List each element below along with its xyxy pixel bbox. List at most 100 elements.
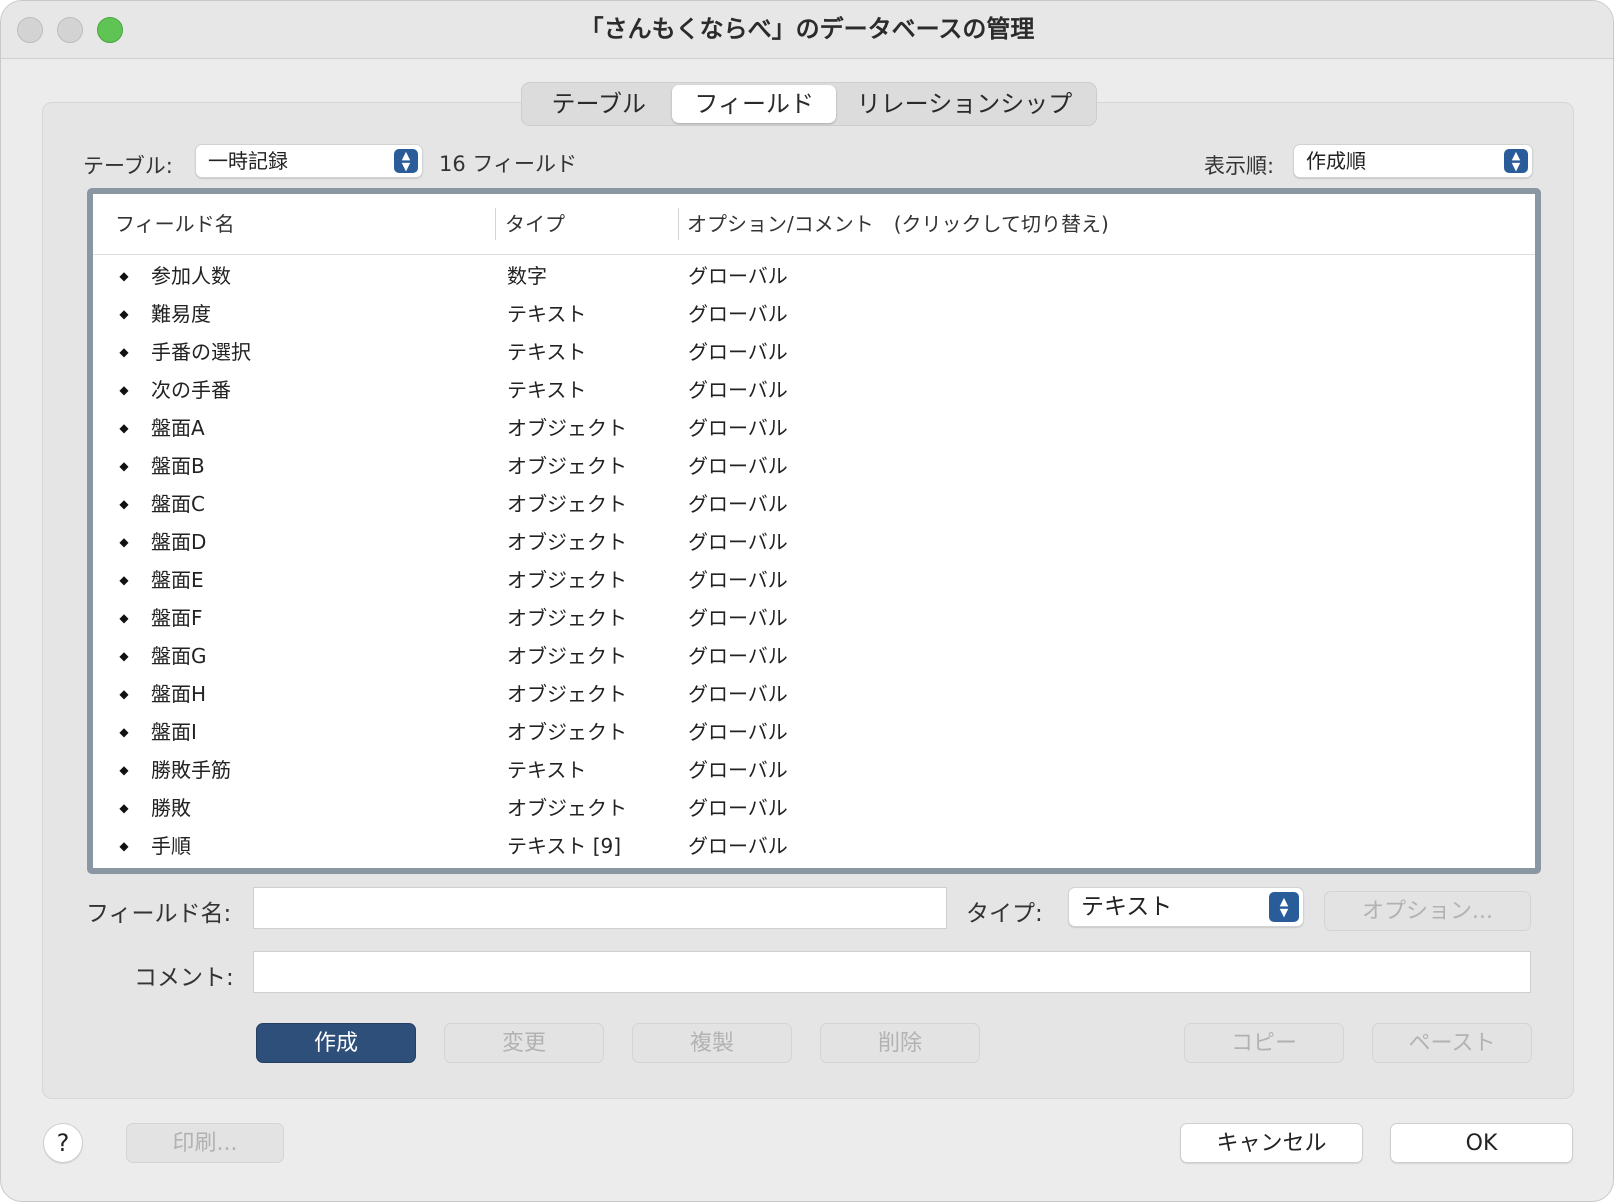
row-field-type: オブジェクト [507, 530, 627, 554]
updown-arrow-icon[interactable]: ◆ [117, 409, 131, 447]
row-field-name: 盤面D [151, 530, 207, 554]
column-header-field-name[interactable]: フィールド名 [115, 194, 235, 254]
row-field-option: グローバル [688, 758, 788, 782]
copy-button[interactable]: コピー [1184, 1023, 1344, 1063]
row-field-option: グローバル [688, 264, 788, 288]
paste-button[interactable]: ペースト [1372, 1023, 1532, 1063]
type-select-value: テキスト [1081, 894, 1173, 920]
table-row[interactable]: ◆ 盤面D オブジェクト グローバル [93, 523, 1535, 561]
field-name-input[interactable] [253, 887, 947, 929]
row-field-type: 数字 [507, 264, 547, 288]
chevron-updown-icon: ▲ ▼ [1269, 892, 1299, 922]
duplicate-button[interactable]: 複製 [632, 1023, 792, 1063]
sort-order-select[interactable]: 作成順 ▲ ▼ [1293, 144, 1533, 178]
table-row[interactable]: ◆ 参加人数 数字 グローバル [93, 257, 1535, 295]
row-field-type: オブジェクト [507, 720, 627, 744]
row-field-option: グローバル [688, 530, 788, 554]
window-title: 「さんもくならべ」のデータベースの管理 [579, 15, 1035, 43]
options-button[interactable]: オプション... [1324, 891, 1531, 931]
table-row[interactable]: ◆ 盤面B オブジェクト グローバル [93, 447, 1535, 485]
updown-arrow-icon[interactable]: ◆ [117, 827, 131, 865]
chevron-updown-icon: ▲ ▼ [394, 149, 418, 173]
column-header-options[interactable]: オプション/コメント (クリックして切り替え) [687, 194, 1109, 254]
updown-arrow-icon[interactable]: ◆ [117, 371, 131, 409]
table-row[interactable]: ◆ 盤面E オブジェクト グローバル [93, 561, 1535, 599]
updown-arrow-icon[interactable]: ◆ [117, 789, 131, 827]
change-button[interactable]: 変更 [444, 1023, 604, 1063]
table-row[interactable]: ◆ 盤面G オブジェクト グローバル [93, 637, 1535, 675]
row-field-name: 手番の選択 [151, 340, 251, 364]
updown-arrow-icon[interactable]: ◆ [117, 751, 131, 789]
updown-arrow-icon[interactable]: ◆ [117, 561, 131, 599]
row-field-option: グローバル [688, 606, 788, 630]
table-row[interactable]: ◆ 盤面C オブジェクト グローバル [93, 485, 1535, 523]
updown-arrow-icon[interactable]: ◆ [117, 333, 131, 371]
updown-arrow-icon[interactable]: ◆ [117, 295, 131, 333]
row-field-type: オブジェクト [507, 682, 627, 706]
type-select[interactable]: テキスト ▲ ▼ [1068, 887, 1304, 927]
updown-arrow-icon[interactable]: ◆ [117, 257, 131, 295]
tab-bar: テーブル フィールド リレーションシップ [521, 82, 1097, 126]
row-field-option: グローバル [688, 796, 788, 820]
row-field-option: グローバル [688, 834, 788, 858]
row-field-type: オブジェクト [507, 796, 627, 820]
row-field-option: グローバル [688, 454, 788, 478]
title-bar: 「さんもくならべ」のデータベースの管理 [1, 1, 1613, 59]
row-field-name: 難易度 [151, 302, 211, 326]
help-button[interactable]: ? [43, 1123, 83, 1163]
table-row[interactable]: ◆ 手番の選択 テキスト グローバル [93, 333, 1535, 371]
chevron-updown-icon: ▲ ▼ [1504, 149, 1528, 173]
column-divider[interactable] [678, 208, 679, 240]
column-header-type[interactable]: タイプ [505, 194, 565, 254]
row-field-name: 盤面E [151, 568, 204, 592]
updown-arrow-icon[interactable]: ◆ [117, 523, 131, 561]
delete-button[interactable]: 削除 [820, 1023, 980, 1063]
row-field-option: グローバル [688, 416, 788, 440]
cancel-button[interactable]: キャンセル [1180, 1123, 1363, 1163]
comment-input[interactable] [253, 951, 1531, 993]
field-count: 16 フィールド [439, 152, 577, 176]
updown-arrow-icon[interactable]: ◆ [117, 675, 131, 713]
field-list[interactable]: フィールド名 タイプ オプション/コメント (クリックして切り替え) ◆ 参加人数… [87, 188, 1541, 874]
row-field-name: 勝敗手筋 [151, 758, 231, 782]
row-field-option: グローバル [688, 644, 788, 668]
row-field-type: テキスト [9] [507, 834, 622, 858]
updown-arrow-icon[interactable]: ◆ [117, 599, 131, 637]
field-list-header: フィールド名 タイプ オプション/コメント (クリックして切り替え) [93, 194, 1535, 255]
row-field-name: 盤面H [151, 682, 207, 706]
table-row[interactable]: ◆ 難易度 テキスト グローバル [93, 295, 1535, 333]
row-field-option: グローバル [688, 682, 788, 706]
row-field-type: テキスト [507, 340, 587, 364]
tab-tables[interactable]: テーブル [525, 85, 672, 123]
field-name-label: フィールド名: [86, 901, 232, 927]
tab-relationships[interactable]: リレーションシップ [836, 85, 1093, 123]
table-row[interactable]: ◆ 手順 テキスト [9] グローバル [93, 827, 1535, 865]
create-button[interactable]: 作成 [256, 1023, 416, 1063]
table-row[interactable]: ◆ 盤面I オブジェクト グローバル [93, 713, 1535, 751]
updown-arrow-icon[interactable]: ◆ [117, 637, 131, 675]
ok-button[interactable]: OK [1390, 1123, 1573, 1163]
column-divider[interactable] [495, 208, 496, 240]
tab-fields[interactable]: フィールド [672, 85, 836, 123]
updown-arrow-icon[interactable]: ◆ [117, 485, 131, 523]
comment-label: コメント: [134, 965, 234, 991]
row-field-type: オブジェクト [507, 492, 627, 516]
table-row[interactable]: ◆ 勝敗 オブジェクト グローバル [93, 789, 1535, 827]
table-row[interactable]: ◆ 盤面F オブジェクト グローバル [93, 599, 1535, 637]
row-field-option: グローバル [688, 378, 788, 402]
type-label: タイプ: [966, 901, 1043, 927]
updown-arrow-icon[interactable]: ◆ [117, 447, 131, 485]
row-field-name: 盤面A [151, 416, 205, 440]
row-field-option: グローバル [688, 492, 788, 516]
table-row[interactable]: ◆ 勝敗手筋 テキスト グローバル [93, 751, 1535, 789]
table-row[interactable]: ◆ 盤面A オブジェクト グローバル [93, 409, 1535, 447]
table-select[interactable]: 一時記録 ▲ ▼ [195, 144, 423, 178]
print-button[interactable]: 印刷... [126, 1123, 284, 1163]
table-row[interactable]: ◆ 次の手番 テキスト グローバル [93, 371, 1535, 409]
sort-order-value: 作成順 [1306, 149, 1366, 173]
manage-database-window: 「さんもくならべ」のデータベースの管理 テーブル フィールド リレーションシップ… [0, 0, 1614, 1202]
updown-arrow-icon[interactable]: ◆ [117, 713, 131, 751]
table-select-value: 一時記録 [208, 149, 288, 173]
table-row[interactable]: ◆ 盤面H オブジェクト グローバル [93, 675, 1535, 713]
row-field-name: 盤面F [151, 606, 203, 630]
